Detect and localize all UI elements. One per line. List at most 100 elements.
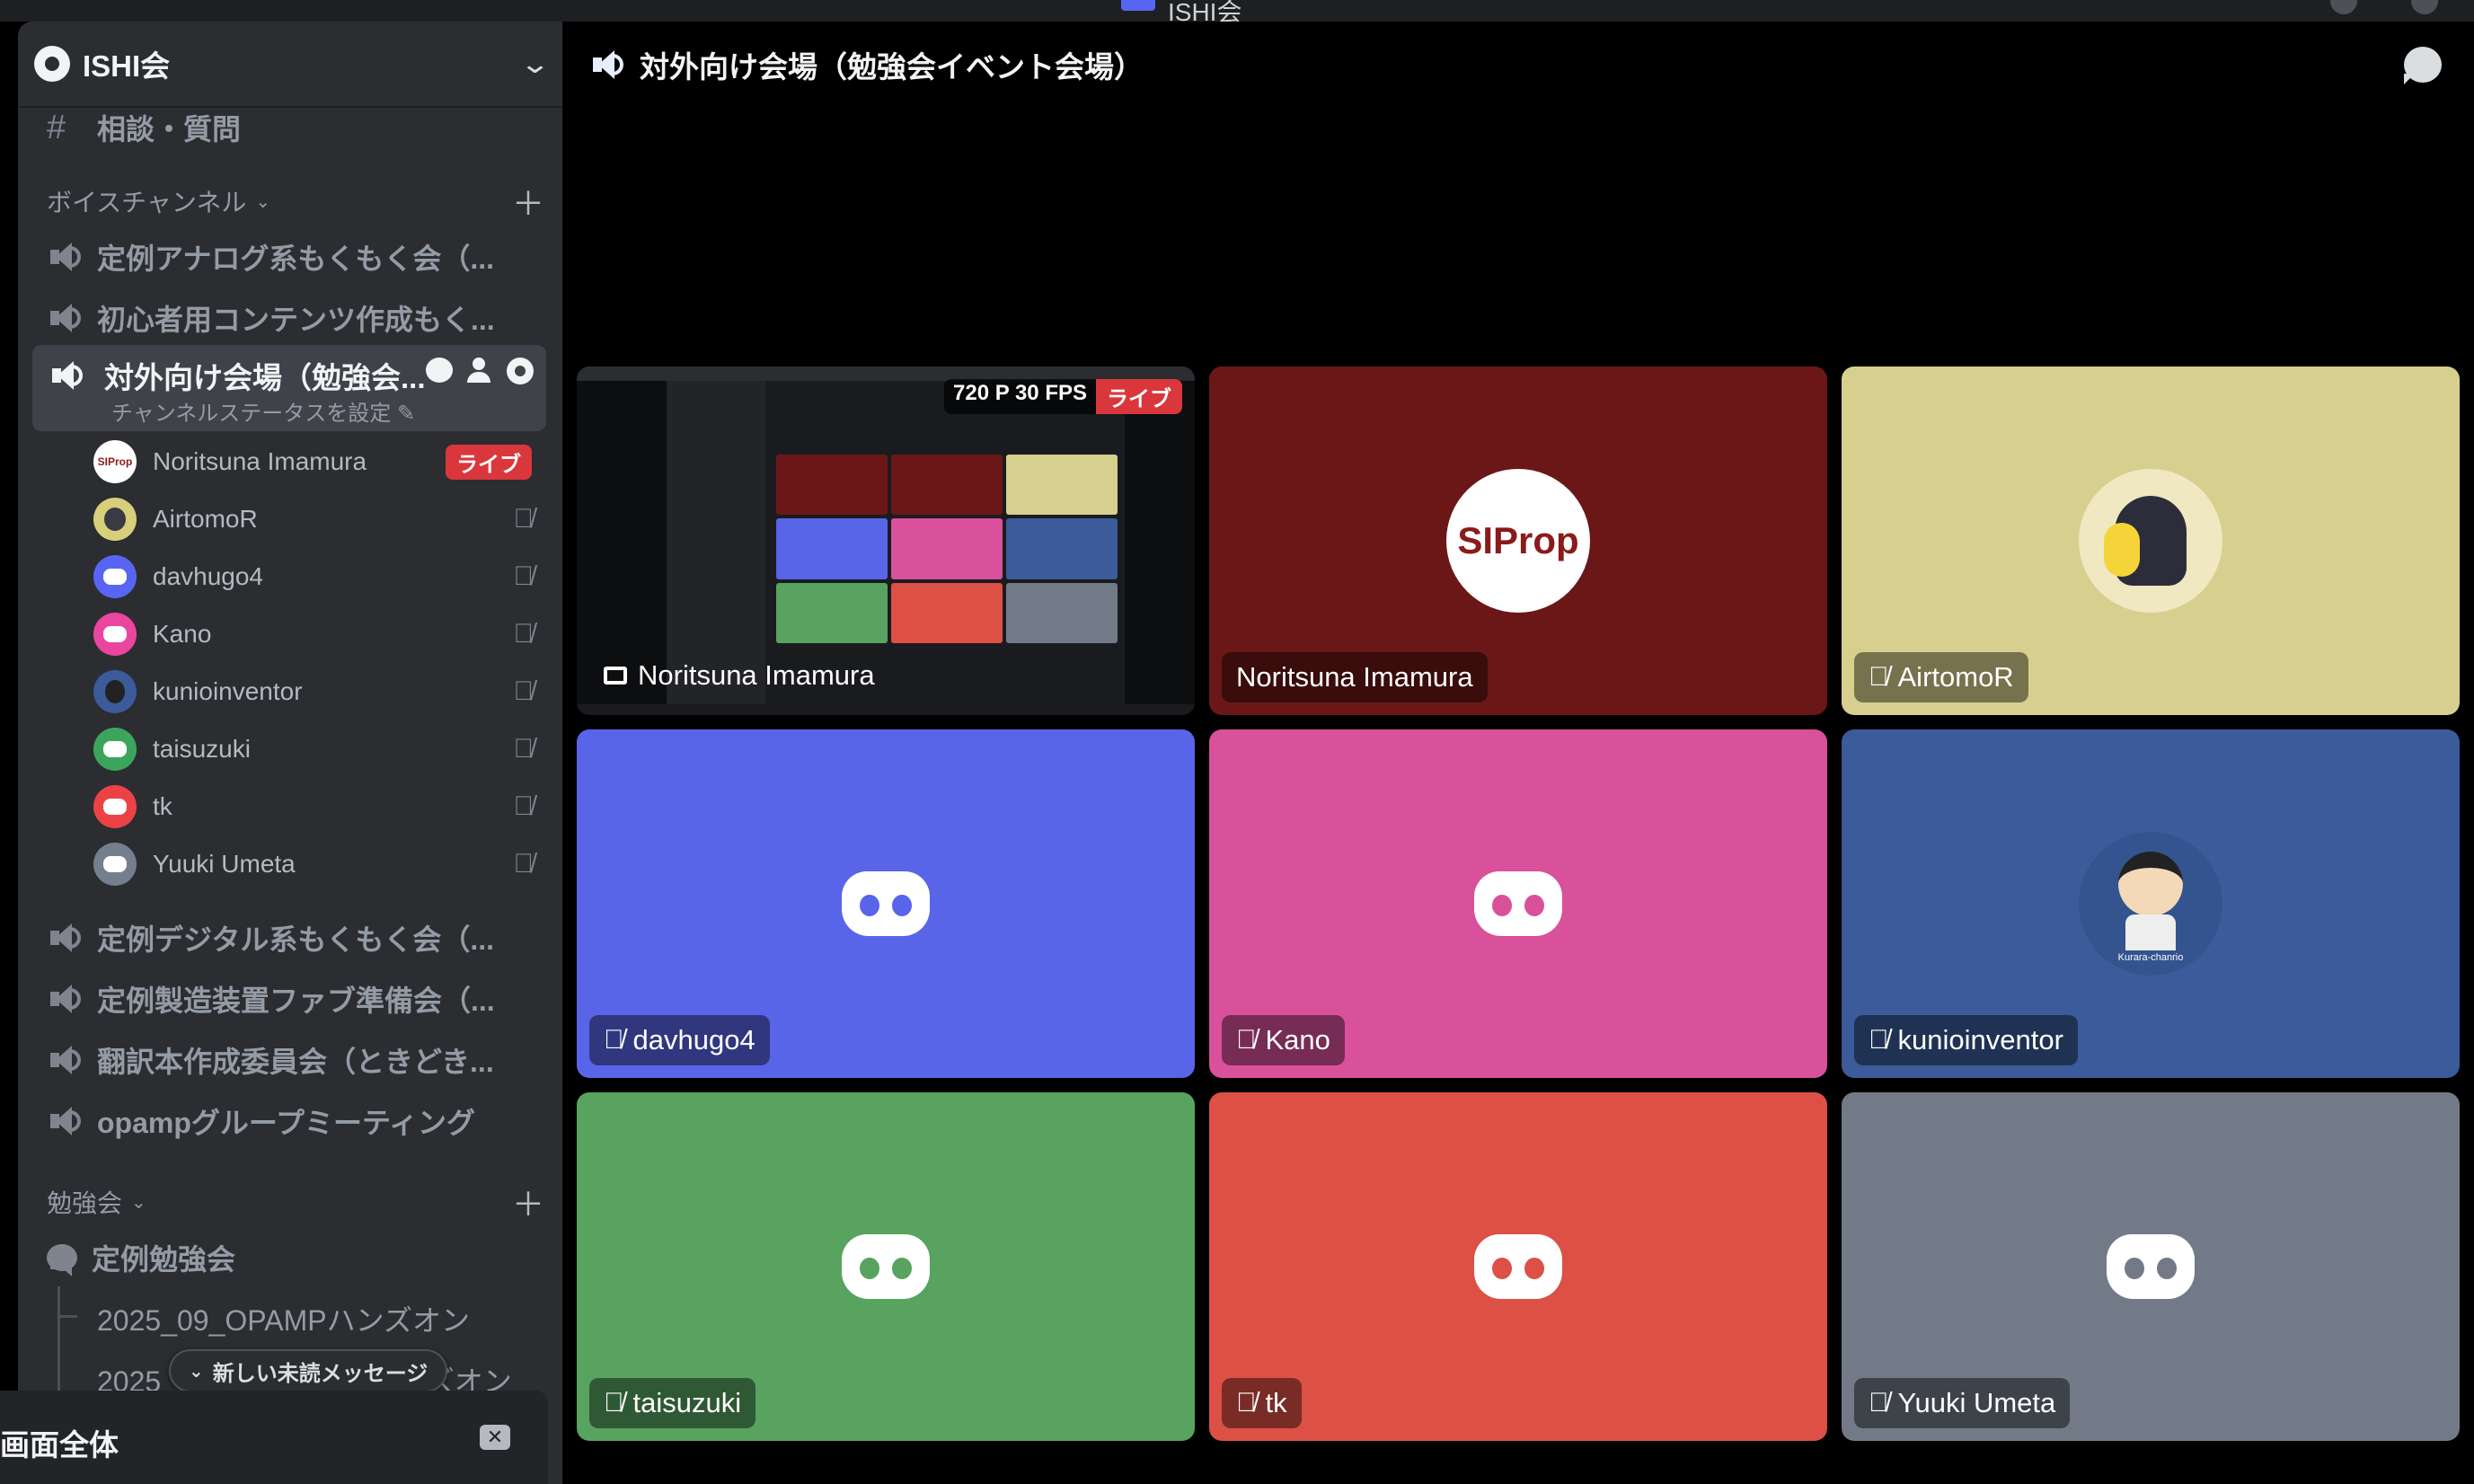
mic-off-icon: 🎙̸	[604, 1025, 624, 1055]
monitor-icon	[604, 667, 627, 685]
forum-channel-item[interactable]: 定例勉強会	[18, 1229, 562, 1286]
participant-tile[interactable]: 🎙̸ Kano	[1209, 729, 1827, 1078]
participant-tile[interactable]: Kurara-chanrio 🎙̸ kunioinventor	[1842, 729, 2460, 1078]
avatar	[93, 613, 137, 656]
voice-channel-item[interactable]: 定例製造装置ファブ準備会（...	[18, 970, 562, 1028]
mic-off-icon: 🎙̸	[1236, 1388, 1257, 1418]
discord-icon	[2107, 1234, 2195, 1299]
server-name: ISHI会	[83, 49, 171, 83]
voice-member[interactable]: taisuzuki 🎙̸	[93, 724, 561, 774]
speaker-icon	[47, 300, 83, 336]
server-header[interactable]: ISHI会 ⌄	[18, 22, 562, 108]
screen-share-panel: 画面全体 ✕	[0, 1391, 548, 1484]
participant-tile[interactable]: 🎙̸ Yuuki Umeta	[1842, 1092, 2460, 1441]
live-badge: ライブ	[446, 444, 532, 480]
help-icon[interactable]	[2411, 0, 2438, 14]
participant-tile[interactable]: 🎙̸ taisuzuki	[577, 1092, 1195, 1441]
chat-icon[interactable]	[426, 358, 453, 383]
discord-icon	[842, 1234, 930, 1299]
thread-label: 2025_09_OPAMPハンズオン	[97, 1304, 470, 1337]
thread-item[interactable]: 2025_09_OPAMPハンズオン	[18, 1290, 562, 1347]
member-name: Yuuki Umeta	[153, 850, 296, 878]
member-name: Kano	[153, 620, 212, 648]
channel-item-consult[interactable]: # 相談・質問	[18, 101, 562, 155]
active-voice-channel[interactable]: 対外向け会場（勉強会... チャンネルステータスを設定 ✎	[32, 345, 546, 431]
participant-label: 🎙̸ AirtomoR	[1854, 652, 2028, 702]
channel-label: 定例デジタル系もくもく会（...	[97, 923, 495, 956]
voice-channel-item[interactable]: 初心者用コンテンツ作成もく...	[18, 289, 562, 347]
channel-label: 相談・質問	[97, 113, 242, 146]
category-label: ボイスチャンネル	[47, 189, 247, 216]
member-name: kunioinventor	[153, 677, 303, 705]
participant-label: 🎙̸ Yuuki Umeta	[1854, 1378, 2071, 1428]
chat-icon[interactable]	[2404, 47, 2442, 84]
new-messages-button[interactable]: ⌄ 新しい未読メッセージ	[169, 1349, 447, 1392]
speaker-icon	[589, 47, 625, 83]
speaker-icon	[47, 981, 83, 1017]
avatar: SIProp	[93, 440, 137, 483]
member-name: davhugo4	[153, 562, 264, 590]
channel-label: 初心者用コンテンツ作成もく...	[97, 304, 495, 336]
voice-member[interactable]: Kano 🎙̸	[93, 609, 561, 659]
voice-member[interactable]: Yuuki Umeta 🎙̸	[93, 839, 561, 889]
stop-share-icon[interactable]: ✕	[480, 1425, 510, 1450]
participant-tile[interactable]: 🎙̸ davhugo4	[577, 729, 1195, 1078]
invite-user-icon[interactable]	[465, 358, 494, 384]
participant-label: Noritsuna Imamura	[1222, 652, 1488, 702]
voice-channel-item[interactable]: 定例デジタル系もくもく会（...	[18, 909, 562, 967]
member-name: Noritsuna Imamura	[153, 447, 367, 475]
server-icon	[34, 46, 70, 82]
window-titlebar: ISHI会	[0, 0, 2474, 26]
voice-channel-item[interactable]: opampグループミーティング	[18, 1092, 562, 1150]
chevron-down-icon[interactable]: ⌄	[519, 49, 551, 80]
avatar	[93, 555, 137, 598]
voice-member[interactable]: davhugo4 🎙̸	[93, 552, 561, 602]
forum-icon	[47, 1244, 77, 1276]
voice-member[interactable]: tk 🎙̸	[93, 782, 561, 832]
voice-channel-item[interactable]: 翻訳本作成委員会（ときどき...	[18, 1031, 562, 1089]
channel-header: 対外向け会場（勉強会イベント会場）	[562, 22, 2474, 108]
mic-off-icon: 🎙̸	[513, 849, 535, 879]
voice-channel-item[interactable]: 定例アナログ系もくもく会（...	[18, 228, 562, 286]
voice-stage: 対外向け会場（勉強会イベント会場） 720 P 30 FPS ライブ Norit…	[562, 22, 2474, 1484]
add-channel-button[interactable]: ＋	[512, 1179, 544, 1225]
mic-off-icon: 🎙̸	[1236, 1025, 1257, 1055]
channel-label: 定例アナログ系もくもく会（...	[97, 243, 495, 275]
voice-member[interactable]: SIProp Noritsuna Imamura ライブ	[93, 437, 561, 487]
discord-icon	[842, 871, 930, 936]
avatar	[93, 670, 137, 713]
participant-label: 🎙̸ tk	[1222, 1378, 1302, 1428]
stream-label: Noritsuna Imamura	[604, 659, 875, 692]
participant-tile[interactable]: SIProp Noritsuna Imamura	[1209, 367, 1827, 715]
channel-label: 定例勉強会	[92, 1243, 236, 1276]
participant-tile[interactable]: 🎙̸ AirtomoR	[1842, 367, 2460, 715]
gear-icon[interactable]	[507, 358, 534, 384]
mic-off-icon: 🎙̸	[1869, 1025, 1889, 1055]
notification-icon[interactable]	[2330, 0, 2357, 14]
channel-sidebar: ISHI会 ⌄ # 相談・質問 ボイスチャンネル ⌄ ＋ 定例アナログ系もくもく…	[18, 22, 562, 1484]
avatar	[2079, 469, 2222, 613]
avatar	[93, 785, 137, 828]
mic-off-icon: 🎙̸	[513, 791, 535, 821]
chevron-down-icon: ⌄	[255, 191, 271, 212]
channel-label: opampグループミーティング	[97, 1107, 476, 1139]
voice-member[interactable]: kunioinventor 🎙̸	[93, 667, 561, 717]
speaker-icon	[47, 920, 83, 956]
avatar	[93, 843, 137, 886]
category-label: 勉強会	[47, 1189, 123, 1217]
channel-label: 対外向け会場（勉強会...	[104, 361, 426, 394]
speaker-icon	[47, 1042, 83, 1078]
category-study[interactable]: 勉強会 ⌄ ＋	[18, 1180, 562, 1223]
mic-off-icon: 🎙̸	[513, 561, 535, 591]
participant-label: 🎙̸ Kano	[1222, 1015, 1345, 1065]
member-name: tk	[153, 792, 172, 820]
channel-label: 翻訳本作成委員会（ときどき...	[97, 1046, 494, 1078]
channel-status-link[interactable]: チャンネルステータスを設定 ✎	[111, 395, 415, 427]
stream-tile[interactable]: 720 P 30 FPS ライブ Noritsuna Imamura	[577, 367, 1195, 715]
add-channel-button[interactable]: ＋	[512, 178, 544, 225]
participant-tile[interactable]: 🎙̸ tk	[1209, 1092, 1827, 1441]
category-voice[interactable]: ボイスチャンネル ⌄ ＋	[18, 180, 562, 223]
voice-member[interactable]: AirtomoR 🎙̸	[93, 494, 561, 544]
discord-icon	[1474, 871, 1562, 936]
mic-off-icon: 🎙̸	[513, 504, 535, 534]
